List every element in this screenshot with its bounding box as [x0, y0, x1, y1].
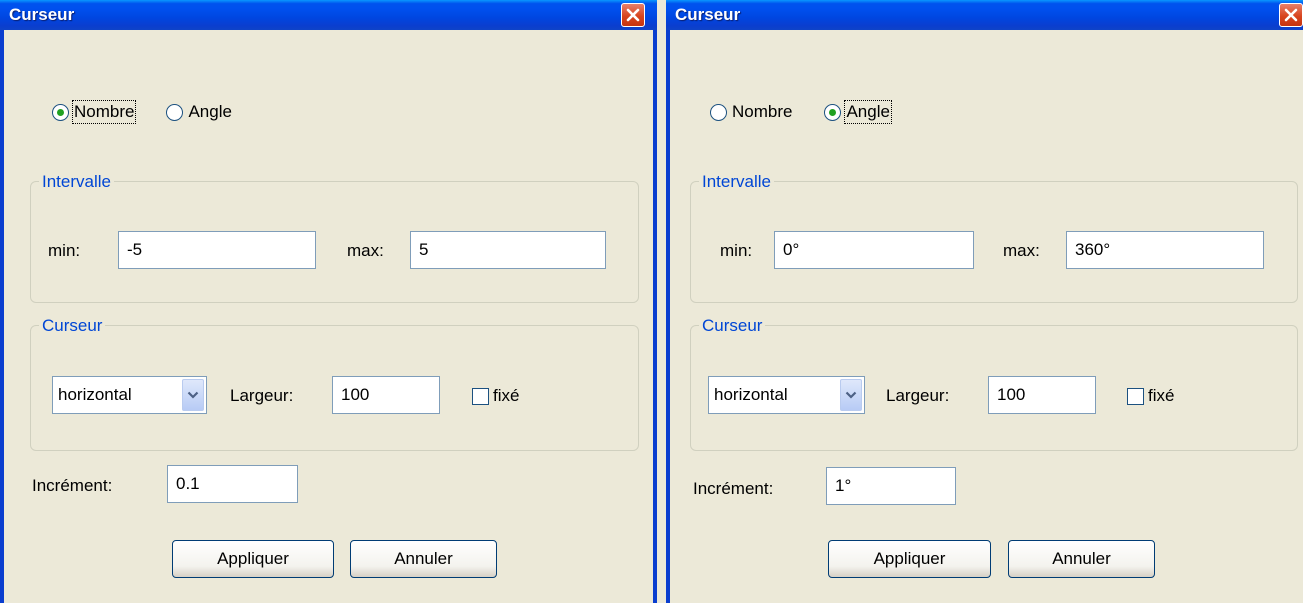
- increment-input[interactable]: 1°: [826, 467, 956, 505]
- width-input[interactable]: 100: [988, 376, 1096, 414]
- radio-angle[interactable]: Angle: [824, 100, 892, 124]
- radio-button[interactable]: [710, 103, 727, 121]
- max-input[interactable]: 5: [410, 231, 606, 269]
- min-input[interactable]: -5: [118, 231, 316, 269]
- fixed-checkbox[interactable]: fixé: [472, 386, 519, 406]
- radio-nombre-label: Nombre: [71, 100, 137, 124]
- type-radio-group: Nombre Angle: [710, 100, 922, 124]
- orientation-value: horizontal: [58, 385, 132, 404]
- max-label: max:: [347, 241, 384, 260]
- fixed-checkbox[interactable]: fixé: [1127, 386, 1174, 406]
- interval-legend: Intervalle: [699, 172, 774, 192]
- width-input[interactable]: 100: [332, 376, 440, 414]
- increment-label: Incrément:: [32, 476, 113, 495]
- checkbox[interactable]: [472, 387, 489, 405]
- chevron-down-icon: [845, 391, 857, 399]
- slider-legend: Curseur: [39, 316, 106, 336]
- width-label: Largeur:: [230, 386, 294, 405]
- radio-button-checked[interactable]: [52, 103, 69, 121]
- radio-angle-label: Angle: [188, 102, 232, 121]
- min-label: min:: [720, 241, 753, 260]
- title-bar[interactable]: Curseur: [0, 0, 657, 30]
- radio-angle-label: Angle: [844, 100, 892, 124]
- orientation-value: horizontal: [714, 385, 788, 404]
- orientation-select[interactable]: horizontal: [52, 376, 207, 414]
- min-input[interactable]: 0°: [774, 231, 974, 269]
- divider: [657, 0, 666, 603]
- fixed-label: fixé: [493, 386, 520, 405]
- radio-button-checked[interactable]: [824, 103, 842, 121]
- dropdown-button[interactable]: [840, 379, 862, 411]
- cancel-button[interactable]: Annuler: [1008, 540, 1155, 578]
- window-border: [666, 30, 670, 603]
- dialog-title: Curseur: [9, 5, 75, 24]
- apply-button[interactable]: Appliquer: [828, 540, 991, 578]
- increment-label: Incrément:: [693, 479, 774, 498]
- max-input[interactable]: 360°: [1066, 231, 1264, 269]
- radio-angle[interactable]: Angle: [166, 102, 232, 122]
- increment-input[interactable]: 0.1: [167, 465, 298, 503]
- radio-nombre[interactable]: Nombre: [52, 100, 137, 124]
- radio-button[interactable]: [166, 103, 184, 121]
- radio-nombre[interactable]: Nombre: [710, 102, 792, 122]
- radio-nombre-label: Nombre: [732, 102, 793, 121]
- close-button[interactable]: [1279, 3, 1303, 27]
- title-bar[interactable]: Curseur: [666, 0, 1303, 30]
- cancel-button[interactable]: Annuler: [350, 540, 497, 578]
- window-border: [0, 30, 4, 603]
- fixed-label: fixé: [1148, 386, 1175, 405]
- slider-legend: Curseur: [699, 316, 766, 336]
- apply-button[interactable]: Appliquer: [172, 540, 334, 578]
- close-icon: [626, 8, 640, 22]
- min-label: min:: [48, 241, 81, 260]
- close-icon: [1284, 8, 1298, 22]
- orientation-select[interactable]: horizontal: [708, 376, 865, 414]
- dialog-title: Curseur: [675, 5, 741, 24]
- slider-dialog-angle: Curseur Nombre Angle Intervalle min: 0° …: [666, 0, 1303, 603]
- slider-dialog-nombre: Curseur Nombre Angle Intervalle min: -5 …: [0, 0, 657, 603]
- dropdown-button[interactable]: [182, 379, 204, 411]
- width-label: Largeur:: [886, 386, 950, 405]
- type-radio-group: Nombre Angle: [52, 100, 264, 124]
- max-label: max:: [1003, 241, 1040, 260]
- checkbox[interactable]: [1127, 387, 1144, 405]
- interval-legend: Intervalle: [39, 172, 114, 192]
- chevron-down-icon: [187, 391, 199, 399]
- close-button[interactable]: [621, 3, 645, 27]
